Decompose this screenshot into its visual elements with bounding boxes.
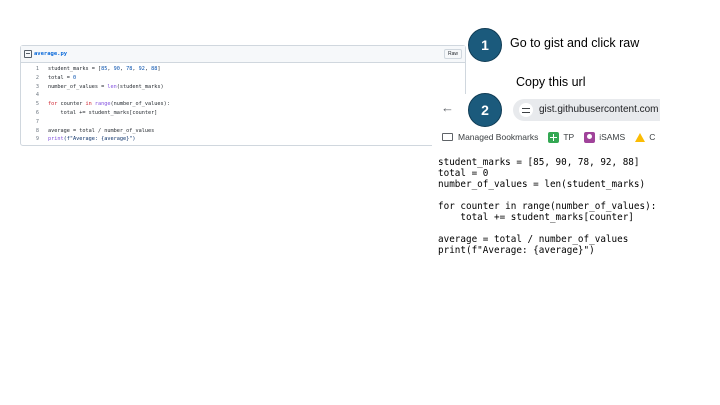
code-text: average = total / number_of_values: [48, 127, 154, 136]
bookmark-label: C: [649, 132, 656, 142]
back-arrow-icon[interactable]: ←: [441, 100, 454, 115]
code-token: (student_marks): [116, 83, 164, 90]
code-line: 1 student_marks = [85, 90, 78, 92, 88]: [21, 65, 170, 74]
line-number: 4: [35, 92, 39, 99]
code-token: len: [107, 83, 117, 90]
drive-icon: [635, 132, 646, 142]
code-token: student_marks = [: [48, 66, 102, 72]
code-token: (f"Average: {average}"): [63, 136, 136, 143]
code-token: ]: [157, 66, 161, 72]
step-1-number: 1: [481, 37, 489, 53]
gist-file-card: average.py Raw 1 student_marks = [85, 90,…: [20, 45, 466, 146]
step-1-badge: 1: [468, 28, 502, 62]
code-line: 4: [21, 91, 170, 100]
code-token: number_of_values =: [48, 83, 108, 90]
code-text: student_marks = [85, 90, 78, 92, 88]: [48, 65, 160, 74]
bookmark-label: TP: [563, 132, 575, 142]
bookmark-label: iSAMS: [599, 132, 626, 142]
code-text: print(f"Average: {average}"): [48, 135, 135, 144]
code-token: total += student_marks[counter]: [48, 109, 158, 116]
code-text: total = 0: [48, 74, 76, 83]
code-text: total += student_marks[counter]: [48, 109, 157, 118]
tp-icon: [548, 131, 560, 143]
bookmarks-bar: Managed Bookmarks TP iSAMS C: [442, 129, 660, 145]
gist-code-table: 1 student_marks = [85, 90, 78, 92, 88] 2 to…: [21, 65, 170, 144]
line-number: 6: [35, 109, 39, 116]
gist-filename-link[interactable]: average.py: [34, 51, 67, 57]
code-line: 7: [21, 118, 170, 127]
code-text: number_of_values = len(student_marks): [48, 83, 164, 92]
code-line: 2 total = 0: [21, 74, 170, 83]
code-token: 0: [73, 74, 77, 81]
bookmark-drive[interactable]: C: [635, 132, 655, 142]
gist-file-header: average.py Raw: [21, 46, 465, 63]
code-line: 5 for counter in range(number_of_values):: [21, 100, 170, 109]
browser-toolbar-crop: ← gist.githubusercontent.com Managed Boo…: [432, 94, 660, 150]
address-bar[interactable]: gist.githubusercontent.com: [513, 99, 660, 121]
code-line: 8 average = total / number_of_values: [21, 127, 170, 136]
raw-code-line: number_of_values = len(student_marks): [438, 179, 646, 190]
raw-code-view: student_marks = [85, 90, 78, 92, 88] tota…: [438, 157, 656, 256]
line-number: 1: [35, 66, 39, 72]
code-line: 3 number_of_values = len(student_marks): [21, 83, 170, 92]
step-2-badge: 2: [468, 93, 502, 127]
code-token: range: [94, 101, 111, 108]
raw-code-line: print(f"Average: {average}"): [438, 245, 595, 256]
code-token: (number_of_values):: [110, 101, 170, 108]
raw-code-line: total += student_marks[counter]: [438, 212, 634, 223]
raw-code-line: student_marks = [85, 90, 78, 92, 88]: [438, 157, 640, 168]
bookmark-isams[interactable]: iSAMS: [584, 131, 626, 143]
line-number: 3: [35, 83, 39, 90]
code-line: 6 total += student_marks[counter]: [21, 109, 170, 118]
step-1-instruction: Go to gist and click raw: [510, 36, 640, 50]
code-token: for: [48, 101, 58, 108]
code-token: print: [48, 136, 64, 143]
step-2-instruction: Copy this url: [516, 75, 586, 89]
raw-code-line: for counter in range(number_of_values):: [438, 201, 657, 212]
code-file-icon: [24, 50, 32, 58]
line-number: 9: [35, 136, 39, 143]
line-number: 8: [35, 127, 39, 134]
code-token: total =: [48, 74, 73, 81]
line-number: 2: [35, 74, 39, 81]
raw-code-line: total = 0: [438, 168, 489, 179]
address-bar-url[interactable]: gist.githubusercontent.com: [539, 104, 659, 115]
code-text: for counter in range(number_of_values):: [48, 100, 170, 109]
raw-code-line: average = total / number_of_values: [438, 234, 629, 245]
folder-icon: [442, 133, 453, 141]
raw-code-line: [438, 223, 656, 234]
bookmark-managed[interactable]: Managed Bookmarks: [442, 132, 538, 142]
site-settings-icon[interactable]: [519, 103, 533, 117]
line-number: 5: [35, 101, 39, 108]
code-token: average = total / number_of_values: [48, 127, 155, 134]
isams-icon: [584, 131, 596, 143]
code-line: 9 print(f"Average: {average}"): [21, 135, 170, 144]
bookmark-tp[interactable]: TP: [548, 131, 575, 143]
step-2-number: 2: [481, 102, 489, 118]
code-token: counter: [57, 101, 86, 108]
line-number: 7: [35, 118, 39, 125]
raw-button[interactable]: Raw: [443, 49, 462, 59]
bookmark-label: Managed Bookmarks: [458, 132, 539, 142]
raw-code-line: [438, 190, 656, 201]
